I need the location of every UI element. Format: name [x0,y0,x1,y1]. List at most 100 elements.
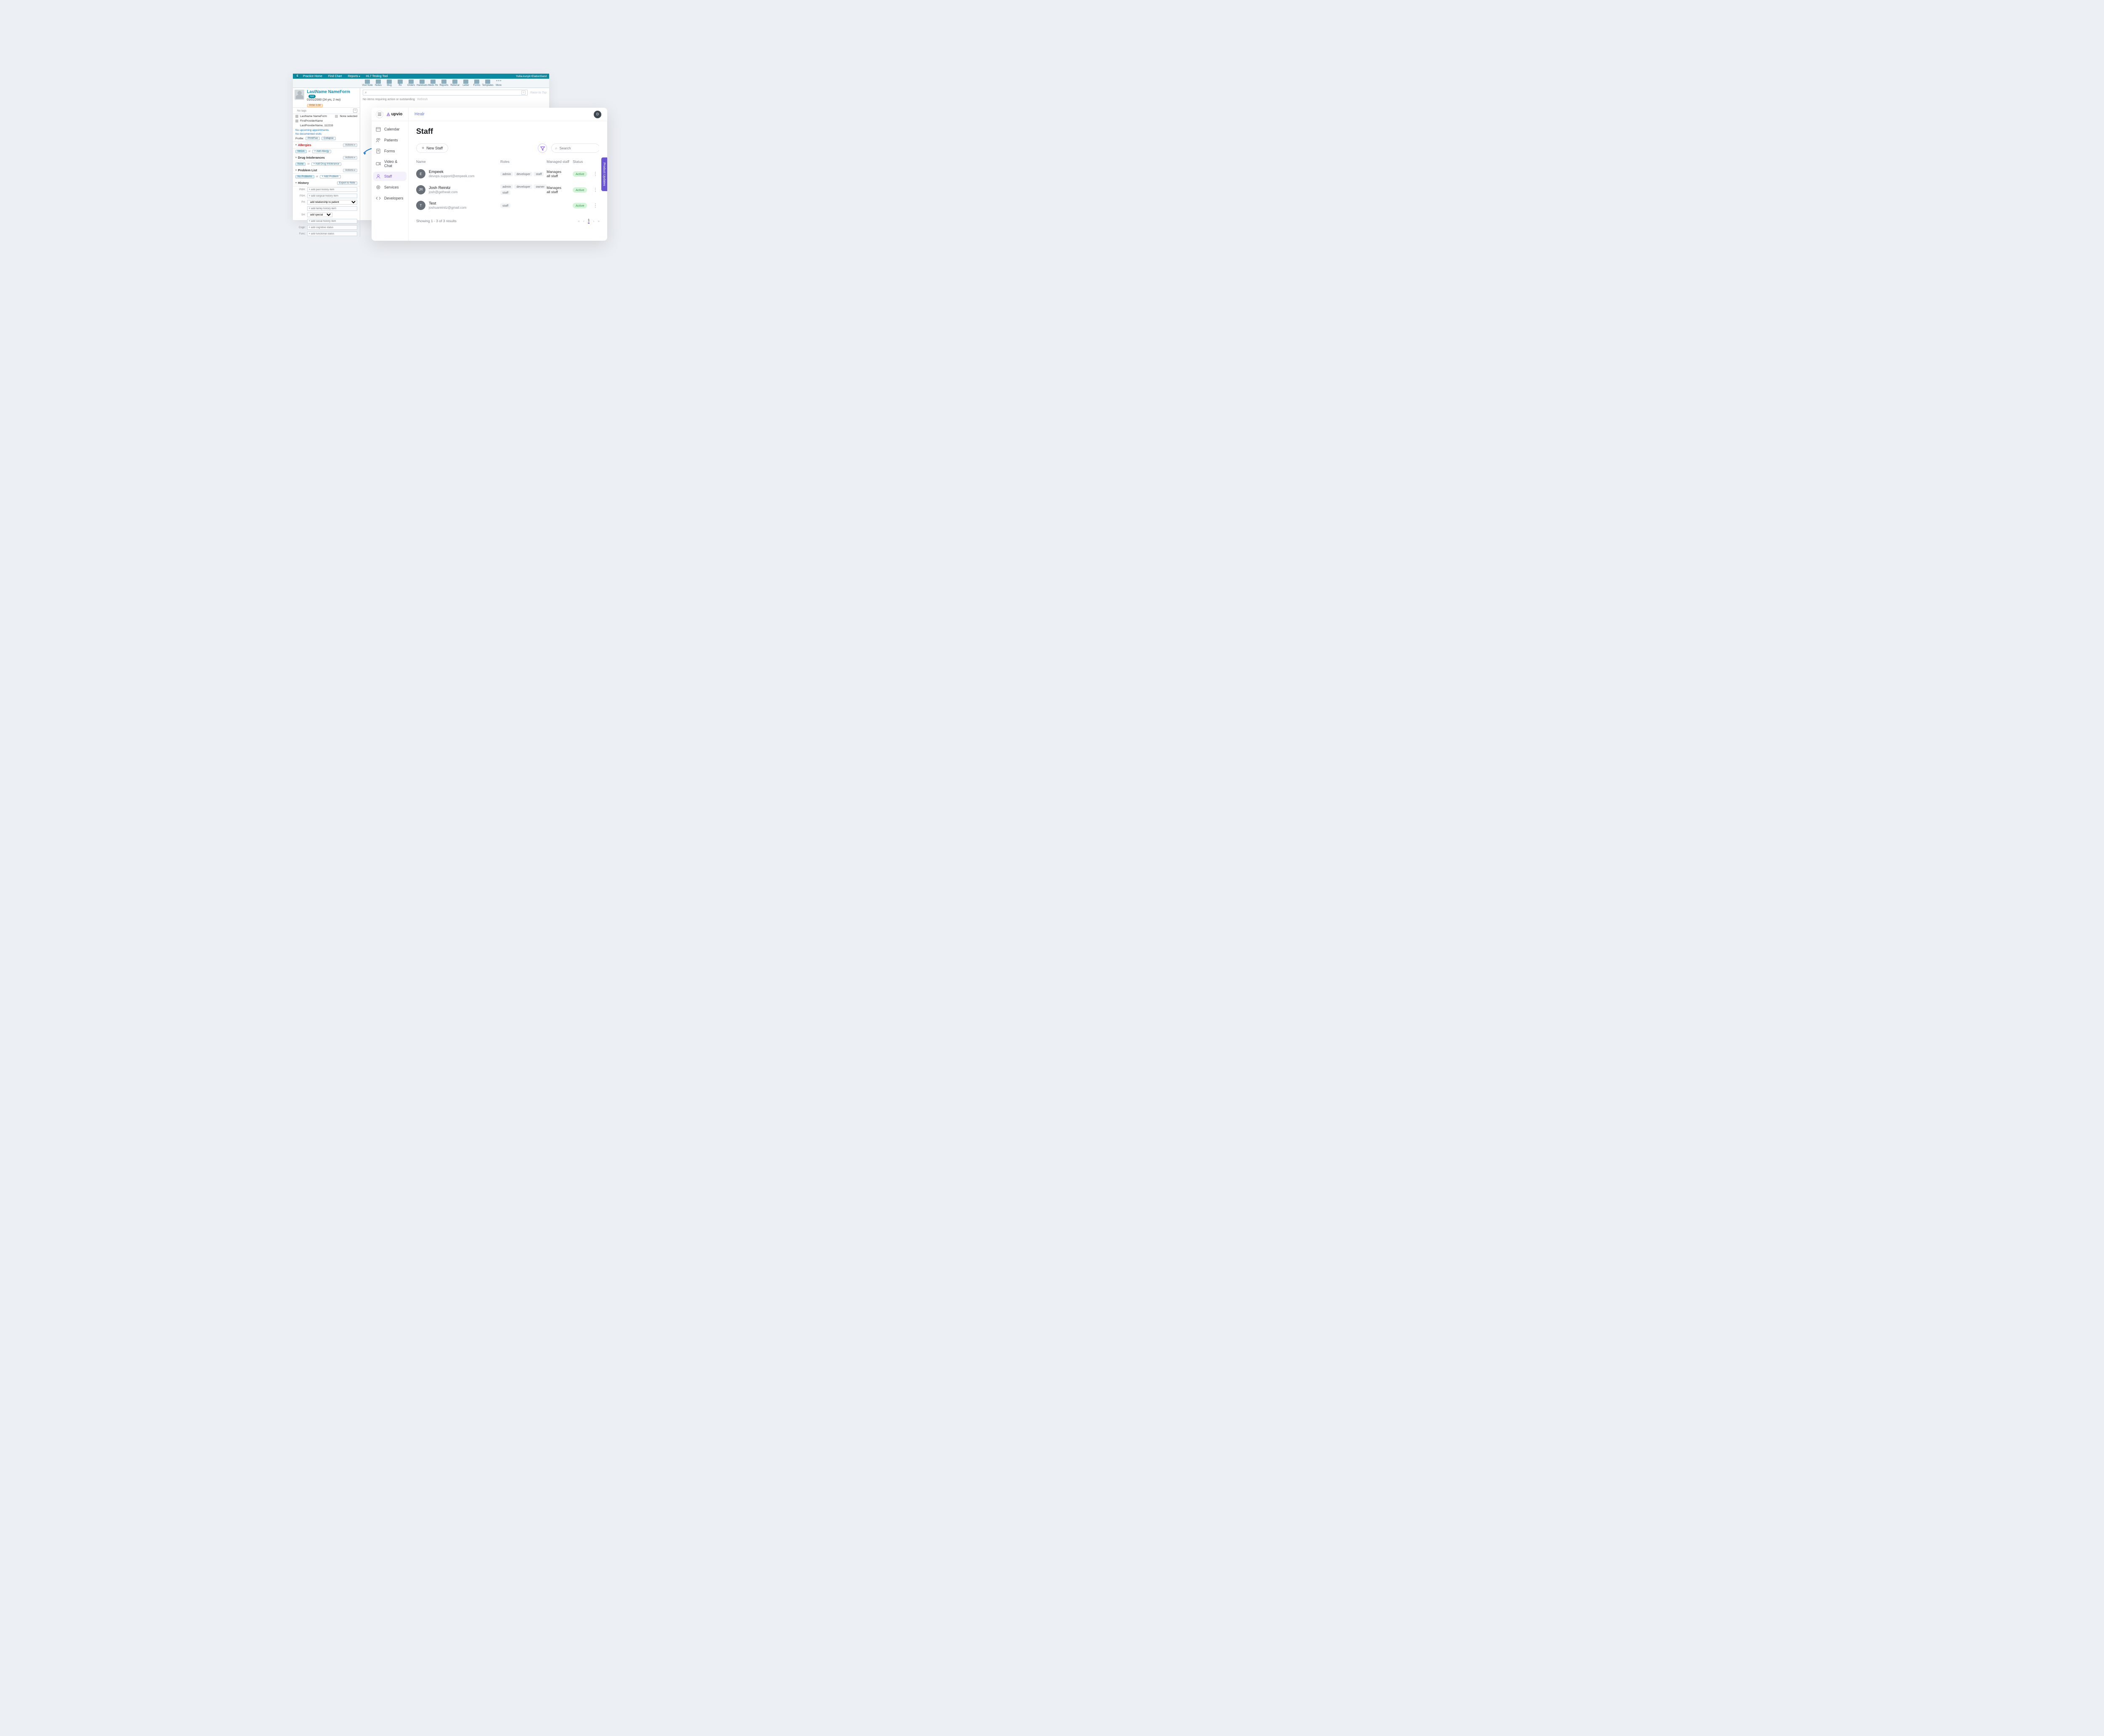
allergies-header: Allergies [298,143,311,147]
product-updates-tab[interactable]: Product Updates [601,157,607,191]
add-allergy-button[interactable]: + Add Allergy [312,150,331,153]
tool-templates[interactable]: Templates [482,80,493,87]
history-header: History [298,181,309,185]
role-chip: admin [500,184,513,189]
hamburger-icon[interactable] [376,111,383,118]
tool-notes[interactable]: Notes [373,80,384,87]
nav-reports[interactable]: Reports [348,75,360,78]
table-row[interactable]: TTestjoshuareinitz@gmail.comstaffActive⋮ [416,198,600,213]
tool-referral[interactable]: Referral [449,80,460,87]
page-current[interactable]: 1 [588,218,590,223]
nav-find-chart[interactable]: Find Chart [328,75,342,78]
no-visits-link[interactable]: No documented visits [293,133,360,136]
provider-2: LastProviderName, 112233 [300,124,333,127]
nav-hl7[interactable]: HL7 Testing Tool [366,75,388,78]
add-problem-button[interactable]: + Add Problem [320,175,341,178]
or-label: or [308,150,311,153]
role-chip: developer [514,172,532,176]
role-chip: owner [534,184,546,189]
patient-name[interactable]: LastName NameForm [307,90,350,94]
row-menu-button[interactable]: ⋮ [591,202,600,208]
tool-orders[interactable]: Orders [406,80,417,87]
search-input[interactable] [560,146,606,150]
tool-handouts[interactable]: Handouts [417,80,428,87]
nav-practice-home[interactable]: Practice Home [303,75,322,78]
drug-actions[interactable]: Actions [343,156,357,160]
page-first-button[interactable]: « [578,219,580,223]
cogn-label: Cogn: [295,226,306,229]
clear-icon[interactable]: ○ [521,90,526,95]
func-input[interactable] [307,231,357,236]
tool-forms[interactable]: Forms [471,80,482,87]
drug-header: Drug Intolerances [298,156,325,160]
sidebar-item-patients[interactable]: Patients [372,135,408,146]
caret-icon[interactable]: ▾ [295,144,297,146]
fh-input[interactable] [307,206,357,211]
tool-medshx[interactable]: Meds Hx [428,80,438,87]
calendar-icon [376,127,381,132]
none-chip[interactable]: None [295,162,306,166]
sidebar-item-developers[interactable]: Developers [372,193,408,204]
sidebar-item-calendar[interactable]: Calendar [372,124,408,135]
pmh-input[interactable] [307,187,357,192]
printfax-button[interactable]: Print/Fax [306,137,320,140]
new-staff-button[interactable]: +New Staff [416,144,448,153]
table-row[interactable]: EEmpeekdevops.support@empeek.comadmindev… [416,166,600,181]
fh-select[interactable]: add relationship to patient [307,200,357,205]
upvio-logo[interactable]: ◬upvio [387,112,402,117]
no-problems-chip[interactable]: No Problems [295,175,314,178]
org-name[interactable]: Healr [414,112,425,117]
managed-staff: Managesall staff [547,186,573,194]
col-roles[interactable]: Roles [500,160,547,164]
no-upcoming-link[interactable]: No upcoming appointments [293,129,360,132]
add-tag-button[interactable]: + [353,109,357,113]
fh-label: FH: [295,201,306,204]
refresh-link[interactable]: Refresh [417,98,428,101]
search-box[interactable]: ⌕ [551,144,600,153]
sh-label: SH: [295,214,306,216]
tool-visit-note[interactable]: Visit Note [362,80,373,87]
search-icon: ⌕ [365,90,367,95]
caret-icon[interactable]: ▾ [295,169,297,172]
problems-actions[interactable]: Actions [343,169,357,172]
sidebar-item-services[interactable]: Services [372,182,408,193]
sidebar-item-forms[interactable]: Forms [372,146,408,157]
topbar-user[interactable]: Yuliia.kunyk+ElationSand [516,75,547,78]
nkda-chip[interactable]: NKDA [295,150,307,153]
status-text: No items requiring action or outstanding [363,98,415,101]
tool-letter[interactable]: Letter [460,80,471,87]
sh-input[interactable] [307,219,357,223]
export-to-note-button[interactable]: Export to Note [337,181,357,185]
sidebar-item-video[interactable]: Video & Chat [372,157,408,171]
elation-search-input[interactable]: ⌕○ [363,90,528,96]
psh-input[interactable] [307,194,357,198]
caret-icon[interactable]: ▾ [295,156,297,159]
col-name[interactable]: Name [416,160,500,164]
tool-more[interactable]: •••More [493,80,504,87]
tool-rx[interactable]: Rx [395,80,406,87]
patient-avatar-icon[interactable] [295,90,304,100]
page-next-button[interactable]: › [593,219,594,223]
caret-icon[interactable]: ▾ [295,181,297,184]
problems-header: Problem List [298,168,317,172]
user-avatar[interactable]: D [594,111,601,118]
risk-badge[interactable]: RISK 0.00 [307,104,323,107]
row-menu-button[interactable]: ⋮ [591,171,600,177]
tool-msg[interactable]: Msg [384,80,395,87]
add-drug-button[interactable]: + Add Drug Intolerance [311,162,342,166]
col-status[interactable]: Status [573,160,591,164]
row-menu-button[interactable]: ⋮ [591,187,600,193]
table-row[interactable]: JRJosh Reinitzjosh@gethealr.comadmindeve… [416,181,600,198]
page-prev-button[interactable]: ‹ [583,219,584,223]
collapse-button[interactable]: Collapse [321,137,335,140]
sidebar-item-staff[interactable]: Staff [373,172,406,181]
sh-select[interactable]: add special [307,213,332,217]
tool-reports[interactable]: Reports [438,80,449,87]
cogn-input[interactable] [307,225,357,230]
raise-to-top-button[interactable]: Raise to Top [530,91,547,94]
page-last-button[interactable]: » [598,219,600,223]
filter-button[interactable] [538,144,547,153]
col-managed[interactable]: Managed staff [547,160,573,164]
elation-logo-icon[interactable]: E [295,74,300,78]
allergies-actions[interactable]: Actions [343,144,357,147]
